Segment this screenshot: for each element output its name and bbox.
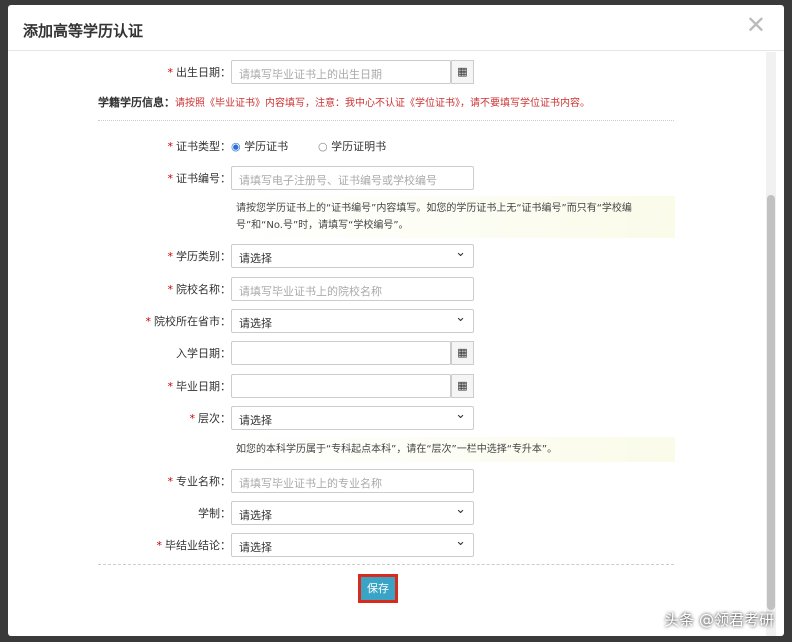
watermark: 头条 @领君考研 bbox=[664, 611, 774, 629]
calendar-icon[interactable]: ▦ bbox=[451, 60, 474, 84]
major-row: * 专业名称： 请填写毕业证书上的专业名称 bbox=[8, 469, 708, 493]
grad-date-input[interactable] bbox=[231, 374, 451, 398]
save-button[interactable]: 保存 bbox=[358, 574, 398, 603]
scrollbar-thumb[interactable] bbox=[767, 195, 775, 610]
scrollbar[interactable] bbox=[766, 52, 776, 636]
radio-degree-cert[interactable]: ◉ 学历证书 bbox=[231, 138, 288, 154]
level-hint: 如您的本科学历属于“专科起点本科”，请在“层次”一栏中选择“专升本”。 bbox=[230, 437, 675, 462]
province-row: * 院校所在省市： 请选择 bbox=[8, 309, 708, 333]
required-mark: * bbox=[167, 66, 174, 79]
system-select[interactable]: 请选择 bbox=[231, 501, 474, 525]
level-row: * 层次： 请选择 bbox=[8, 406, 708, 430]
divider bbox=[98, 564, 674, 565]
radio-degree-proof[interactable]: ○ 学历证明书 bbox=[318, 138, 386, 154]
dialog-title: 添加高等学历认证 bbox=[23, 22, 144, 40]
school-input[interactable]: 请填写毕业证书上的院校名称 bbox=[231, 277, 474, 301]
birth-row: * 出生日期： 请填写毕业证书上的出生日期 ▦ bbox=[8, 60, 708, 84]
calendar-icon[interactable]: ▦ bbox=[451, 374, 474, 398]
cert-no-row: * 证书编号： 请填写电子注册号、证书编号或学校编号 bbox=[8, 166, 708, 190]
birth-label: 出生日期： bbox=[176, 66, 231, 79]
calendar-icon[interactable]: ▦ bbox=[451, 341, 474, 365]
entry-date-input[interactable] bbox=[231, 341, 451, 365]
system-row: 学制： 请选择 bbox=[8, 501, 708, 525]
grad-row: * 毕业日期： ▦ bbox=[8, 374, 708, 398]
dialog-header: 添加高等学历认证 ✕ bbox=[8, 5, 784, 51]
info-notice: 学籍学历信息：请按照《毕业证书》内容填写，注意：我中心不认证《学位证书》，请不要… bbox=[98, 94, 590, 110]
conclusion-select[interactable]: 请选择 bbox=[231, 533, 474, 557]
level-select[interactable]: 请选择 bbox=[231, 406, 474, 430]
entry-row: 入学日期： ▦ bbox=[8, 341, 708, 365]
info-text: 请按照《毕业证书》内容填写，注意：我中心不认证《学位证书》，请不要填写学位证书内… bbox=[175, 98, 590, 109]
category-row: * 学历类别： 请选择 bbox=[8, 244, 708, 268]
cert-no-input[interactable]: 请填写电子注册号、证书编号或学校编号 bbox=[231, 166, 474, 190]
conclusion-row: * 毕结业结论： 请选择 bbox=[8, 533, 708, 557]
cert-no-hint: 请按您学历证书上的“证书编号”内容填写。如您的学历证书上无“证书编号”而只有“学… bbox=[230, 196, 675, 238]
cert-type-row: * 证书类型： ◉ 学历证书 ○ 学历证明书 bbox=[167, 138, 387, 154]
dialog-body: * 出生日期： 请填写毕业证书上的出生日期 ▦ 学籍学历信息：请按照《毕业证书》内… bbox=[8, 52, 784, 636]
province-select[interactable]: 请选择 bbox=[231, 309, 474, 333]
birth-date-input[interactable]: 请填写毕业证书上的出生日期 bbox=[231, 60, 451, 84]
major-input[interactable]: 请填写毕业证书上的专业名称 bbox=[231, 469, 474, 493]
category-select[interactable]: 请选择 bbox=[231, 244, 474, 268]
divider bbox=[98, 120, 674, 121]
school-row: * 院校名称： 请填写毕业证书上的院校名称 bbox=[8, 277, 708, 301]
cert-type-label: 证书类型： bbox=[176, 140, 231, 153]
add-degree-dialog: 添加高等学历认证 ✕ * 出生日期： 请填写毕业证书上的出生日期 ▦ 学籍学历信息… bbox=[8, 5, 784, 636]
close-icon[interactable]: ✕ bbox=[746, 11, 766, 39]
info-label: 学籍学历信息： bbox=[98, 96, 175, 109]
